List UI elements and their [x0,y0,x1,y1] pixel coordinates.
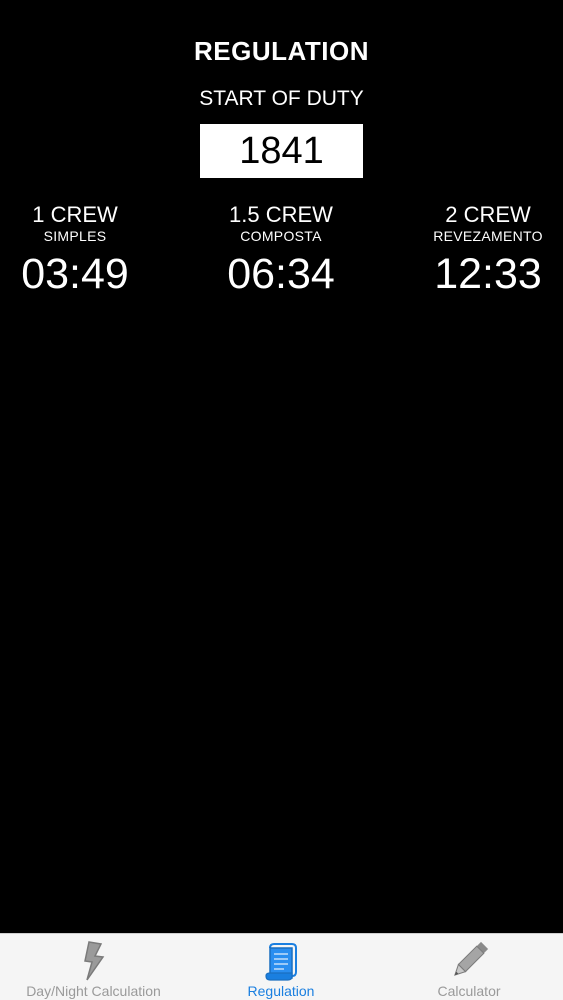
crew-1-5-time: 06:34 [227,250,335,298]
scroll-icon [261,940,301,982]
tab-calculator-label: Calculator [437,983,501,999]
crew-1-name: 1 CREW [32,202,118,227]
crew-1-5-name: 1.5 CREW [229,202,333,227]
crew-2-name: 2 CREW [445,202,531,227]
start-of-duty-label: START OF DUTY [199,87,364,110]
tab-day-night-calculation-label: Day/Night Calculation [26,983,161,999]
lightning-icon [74,940,114,982]
crew-1-time: 03:49 [21,250,129,298]
crew-1-5-subtitle: COMPOSTA [240,228,322,244]
tab-day-night-calculation[interactable]: Day/Night Calculation [0,934,187,1000]
page-title: REGULATION [194,36,369,66]
crew-1-subtitle: SIMPLES [43,228,107,244]
crew-2-time: 12:33 [434,250,542,298]
regulation-screen: REGULATION START OF DUTY 1 CREW SIMPLES … [0,0,563,1000]
crew-1-panel: 1 CREW SIMPLES 03:49 [0,202,170,300]
pencil-icon [449,940,489,982]
crew-2-panel: 2 CREW REVEZAMENTO 12:33 [393,202,563,300]
tab-bar: Day/Night Calculation Regulation Calcula… [0,933,563,1000]
tab-calculator[interactable]: Calculator [375,934,563,1000]
crew-1-5-panel: 1.5 CREW COMPOSTA 06:34 [186,202,376,300]
tab-regulation-label: Regulation [247,983,315,999]
tab-regulation[interactable]: Regulation [187,934,375,1000]
crew-2-subtitle: REVEZAMENTO [433,228,543,244]
start-of-duty-input[interactable] [200,124,363,178]
